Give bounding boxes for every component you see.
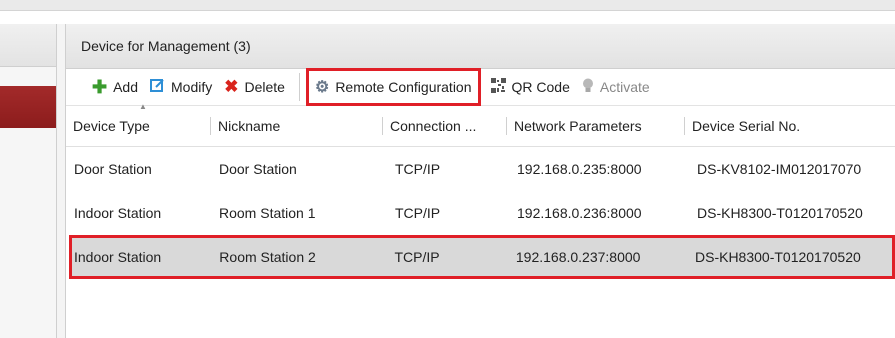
cell-network-parameters: 192.168.0.237:8000 [515,249,641,265]
device-management-panel: Device for Management (3) ✚ Add Modify ✖… [66,24,895,338]
panel-title: Device for Management (3) [81,38,251,54]
column-header-serial-no[interactable]: Device Serial No. [685,117,891,135]
cell-nickname: Room Station 1 [219,205,316,221]
qr-code-icon [490,78,506,96]
left-panel-selected-item[interactable] [0,86,56,128]
modify-button[interactable]: Modify [150,78,212,96]
cell-network-parameters: 192.168.0.236:8000 [517,205,642,221]
cell-connection: TCP/IP [394,249,440,265]
table-row[interactable]: Indoor Station Room Station 1 TCP/IP 192… [66,191,895,235]
column-header-nickname[interactable]: Nickname [211,117,383,135]
left-panel-header [0,24,56,67]
edit-icon [150,78,165,96]
cell-connection: TCP/IP [395,161,441,177]
sort-arrow-icon: ▲ [139,102,147,111]
cell-network-parameters: 192.168.0.235:8000 [517,161,642,177]
modify-label: Modify [171,79,213,95]
column-header-network-parameters[interactable]: Network Parameters [507,117,685,135]
column-header-device-type[interactable]: Device Type [66,117,211,135]
remote-configuration-button[interactable]: ⚙ Remote Configuration [305,68,481,106]
lightbulb-icon [582,78,594,96]
cell-serial-no: DS-KV8102-IM012017070 [697,161,862,177]
table-header: ▲ Device Type Nickname Connection ... Ne… [66,102,895,147]
cell-device-type: Indoor Station [74,205,162,221]
x-icon: ✖ [224,77,239,96]
left-panel [0,24,57,338]
table-row-selected[interactable]: Indoor Station Room Station 2 TCP/IP 192… [69,235,895,279]
plus-icon: ✚ [92,76,108,97]
qr-code-label: QR Code [511,79,570,95]
cell-nickname: Room Station 2 [219,249,316,265]
toolbar: ✚ Add Modify ✖ Delete ⚙ Remote Configura… [66,68,895,106]
column-header-connection[interactable]: Connection ... [383,117,507,135]
cell-nickname: Door Station [219,161,297,177]
qr-code-button[interactable]: QR Code [490,78,570,96]
activate-label: Activate [599,79,650,95]
panel-header: Device for Management (3) [66,24,895,69]
toolbar-separator [298,73,300,101]
activate-button[interactable]: Activate [582,78,650,96]
remote-configuration-label: Remote Configuration [335,79,472,95]
add-label: Add [113,79,139,95]
delete-button[interactable]: ✖ Delete [224,77,285,97]
cell-serial-no: DS-KH8300-T0120170520 [697,205,863,221]
cell-device-type: Door Station [74,161,152,177]
delete-label: Delete [244,79,285,95]
top-strip [0,0,895,11]
device-table: ▲ Device Type Nickname Connection ... Ne… [66,102,895,279]
add-button[interactable]: ✚ Add [92,77,138,98]
table-row[interactable]: Door Station Door Station TCP/IP 192.168… [66,147,895,191]
panel-splitter[interactable] [57,24,66,338]
cell-connection: TCP/IP [395,205,441,221]
gear-icon: ⚙ [314,79,330,96]
cell-device-type: Indoor Station [74,249,162,265]
cell-serial-no: DS-KH8300-T0120170520 [695,249,861,265]
